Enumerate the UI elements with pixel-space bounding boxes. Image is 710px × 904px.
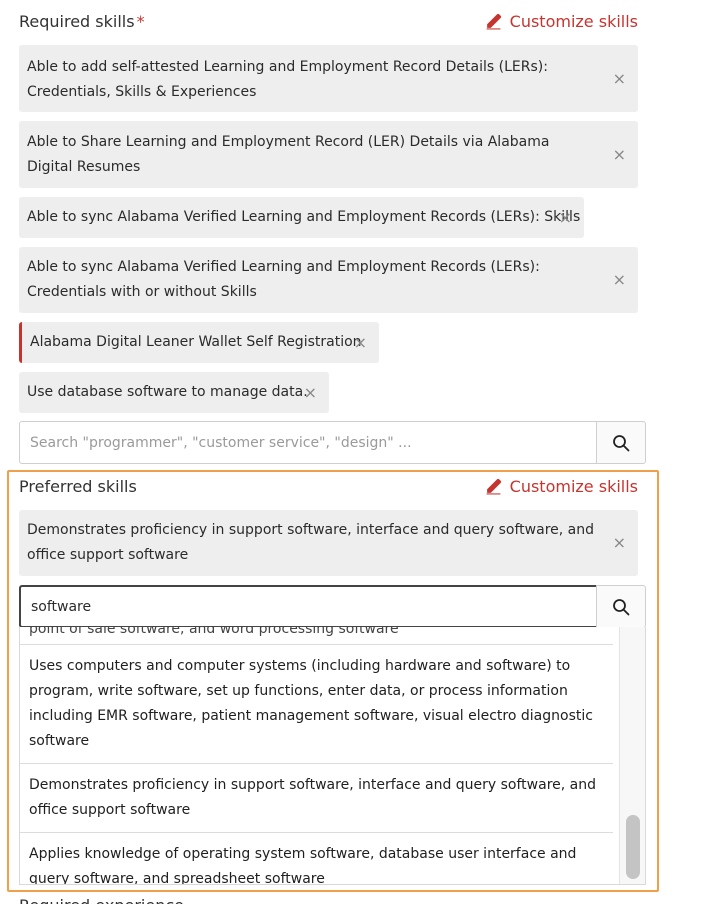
dropdown-scrollbar[interactable] [619, 627, 645, 884]
skill-chip: Able to sync Alabama Verified Learning a… [19, 247, 638, 313]
preferred-skills-search-input[interactable] [19, 585, 596, 628]
skill-chip: Able to Share Learning and Employment Re… [19, 121, 638, 188]
search-button[interactable] [596, 585, 646, 628]
preferred-skills-header: Preferred skills Customize skills [19, 474, 638, 498]
search-icon [613, 434, 630, 451]
search-button[interactable] [596, 421, 646, 464]
suggestion-item[interactable]: Demonstrates proficiency in support soft… [20, 764, 613, 833]
customize-skills-label: Customize skills [509, 11, 638, 31]
scrollbar-thumb[interactable] [626, 815, 640, 879]
skill-chip-label: Able to sync Alabama Verified Learning a… [27, 259, 540, 300]
preferred-skills-title: Preferred skills [19, 476, 137, 496]
suggestion-item[interactable]: point of sale software, and word process… [20, 627, 613, 645]
skill-chip-unverified: Alabama Digital Leaner Wallet Self Regis… [19, 322, 379, 363]
customize-required-skills-button[interactable]: Customize skills [485, 12, 638, 31]
pencil-icon [486, 478, 501, 494]
required-skills-label: Required skills [19, 11, 135, 31]
skill-chip-label: Able to Share Learning and Employment Re… [27, 133, 550, 175]
required-skills-header: Required skills * Customize skills [19, 9, 638, 33]
skill-chip-label: Able to add self-attested Learning and E… [27, 58, 548, 100]
suggestion-item[interactable]: Applies knowledge of operating system so… [20, 833, 613, 884]
search-icon [613, 598, 630, 615]
close-icon[interactable]: × [613, 70, 626, 87]
skill-chip: Able to sync Alabama Verified Learning a… [19, 197, 584, 238]
skill-chip-label: Able to sync Alabama Verified Learning a… [27, 209, 581, 225]
close-icon[interactable]: × [613, 146, 626, 163]
required-asterisk: * [136, 11, 145, 31]
skill-chip: Use database software to manage data. × [19, 372, 329, 413]
required-experience-title: Required experience [19, 896, 184, 904]
customize-preferred-skills-button[interactable]: Customize skills [485, 477, 638, 496]
close-icon[interactable]: × [354, 334, 367, 351]
required-skills-title: Required skills * [19, 12, 145, 31]
customize-skills-label: Customize skills [509, 476, 638, 496]
required-skills-search-input[interactable] [19, 421, 596, 464]
close-icon[interactable]: × [559, 209, 572, 226]
preferred-skills-search [19, 585, 646, 628]
skill-chip: Able to add self-attested Learning and E… [19, 45, 638, 112]
pencil-icon [486, 13, 501, 29]
skill-chip: Demonstrates proficiency in support soft… [19, 510, 638, 576]
skill-chip-label: Demonstrates proficiency in support soft… [27, 522, 594, 563]
skill-chip-label: Alabama Digital Leaner Wallet Self Regis… [30, 334, 362, 350]
suggestion-item[interactable]: Uses computers and computer systems (inc… [20, 645, 613, 764]
skill-chip-label: Use database software to manage data. [27, 384, 308, 400]
close-icon[interactable]: × [613, 272, 626, 288]
close-icon[interactable]: × [304, 384, 317, 401]
suggestions-list: point of sale software, and word process… [20, 627, 613, 884]
skills-suggestions-dropdown: point of sale software, and word process… [19, 627, 646, 885]
close-icon[interactable]: × [613, 535, 626, 551]
required-skills-search [19, 421, 646, 464]
